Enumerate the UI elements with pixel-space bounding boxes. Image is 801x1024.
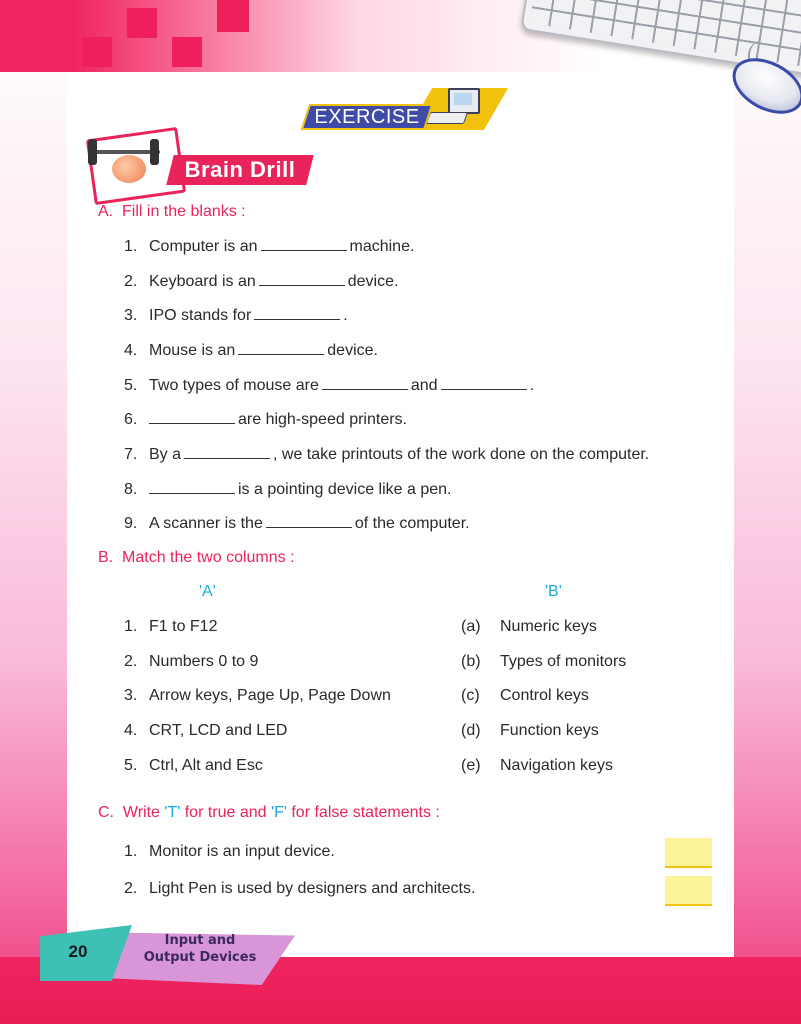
match-left-item: 3. Arrow keys, Page Up, Page Down [124,687,391,704]
list-item: 6. are high-speed printers. [124,409,407,428]
list-item: 5. Two types of mouse are and. [124,375,535,394]
decor-square [172,37,202,67]
heading-fill-blanks: A. Fill in the blanks : [98,203,246,220]
match-right-item: (b) Types of monitors [461,653,627,670]
keyboard-icon [425,112,469,124]
answer-blank[interactable] [321,375,408,390]
answer-box[interactable] [665,876,712,906]
answer-blank[interactable] [254,305,341,320]
match-left-item: 1. F1 to F12 [124,618,218,635]
column-b-header: 'B' [545,583,562,600]
monitor-icon [448,88,480,114]
answer-blank[interactable] [149,409,235,424]
list-item: 2. Light Pen is used by designers and arc… [124,880,476,897]
decor-square [127,8,157,38]
decor-square [82,37,112,67]
match-right-item: (d) Function keys [461,722,599,739]
decor-square [217,0,249,32]
list-item: 2. Keyboard is an device. [124,271,399,290]
answer-blank[interactable] [265,513,352,528]
list-item: 8. is a pointing device like a pen. [124,479,452,498]
heading-true-false: C. Write 'T' for true and 'F' for false … [98,804,440,821]
list-item: 3. IPO stands for. [124,305,348,324]
list-item: 7. By a, we take printouts of the work do… [124,444,650,463]
barbell-weight-icon [88,139,97,165]
chapter-title: Input and Output Devices [143,933,257,965]
list-item: 4. Mouse is an device. [124,340,378,359]
column-a-header: 'A' [199,583,216,600]
section-title: Brain Drill [184,157,296,182]
match-right-item: (c) Control keys [461,687,589,704]
match-right-item: (a) Numeric keys [461,618,597,635]
list-item: 1. Monitor is an input device. [124,843,335,860]
page-number: 20 [68,942,88,961]
answer-blank[interactable] [260,236,347,251]
answer-blank[interactable] [440,375,527,390]
list-item: 9. A scanner is the of the computer. [124,513,470,532]
brain-icon [112,155,146,183]
heading-match-columns: B. Match the two columns : [98,549,295,566]
match-right-item: (e) Navigation keys [461,757,613,774]
exercise-banner-text: EXERCISE [314,106,420,128]
answer-blank[interactable] [258,271,345,286]
answer-blank[interactable] [238,340,325,355]
answer-blank[interactable] [184,444,271,459]
match-left-item: 2. Numbers 0 to 9 [124,653,259,670]
match-left-item: 5. Ctrl, Alt and Esc [124,757,263,774]
answer-box[interactable] [665,838,712,868]
barbell-weight-icon [150,139,159,165]
answer-blank[interactable] [149,479,235,494]
match-left-item: 4. CRT, LCD and LED [124,722,288,739]
list-item: 1. Computer is an machine. [124,236,415,255]
